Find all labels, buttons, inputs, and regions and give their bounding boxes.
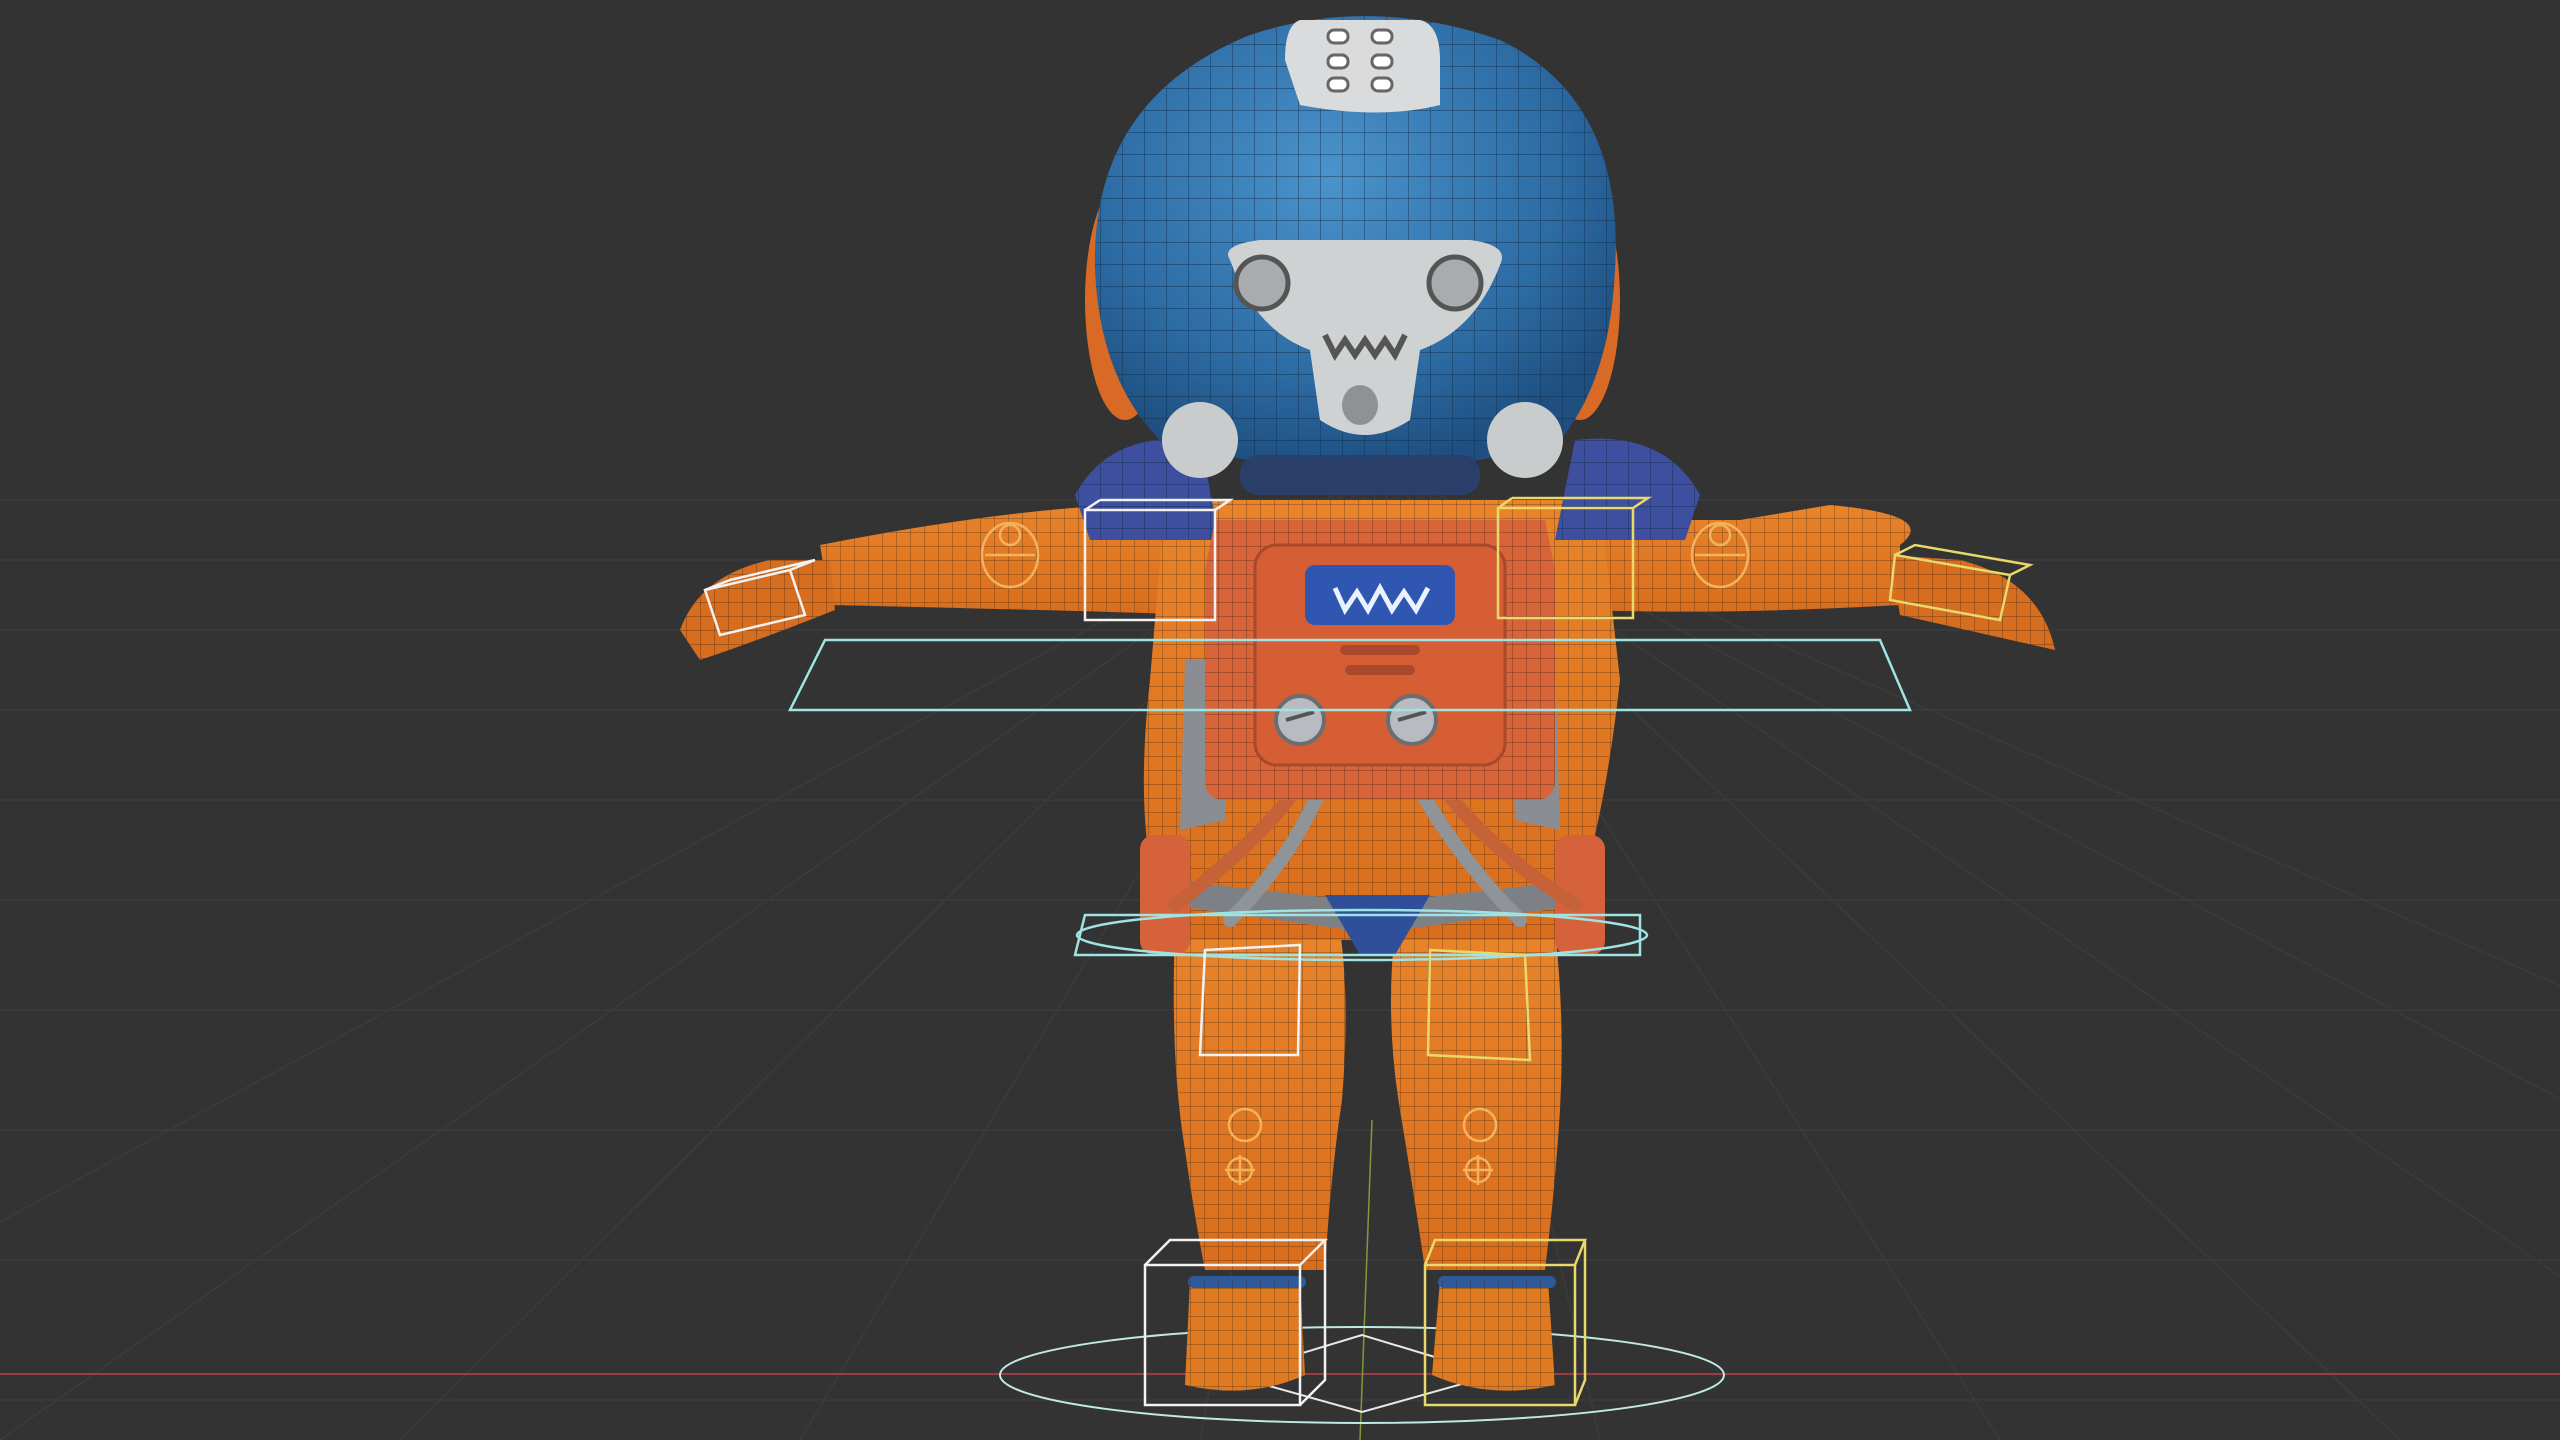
viewport-canvas[interactable] [0,0,2560,1440]
chest-pack [1205,520,1555,800]
y-axis-line [1359,1119,1373,1440]
helmet [1085,16,1620,495]
chest-emblem-plate [1305,565,1455,625]
3d-viewport[interactable] [0,0,2560,1440]
